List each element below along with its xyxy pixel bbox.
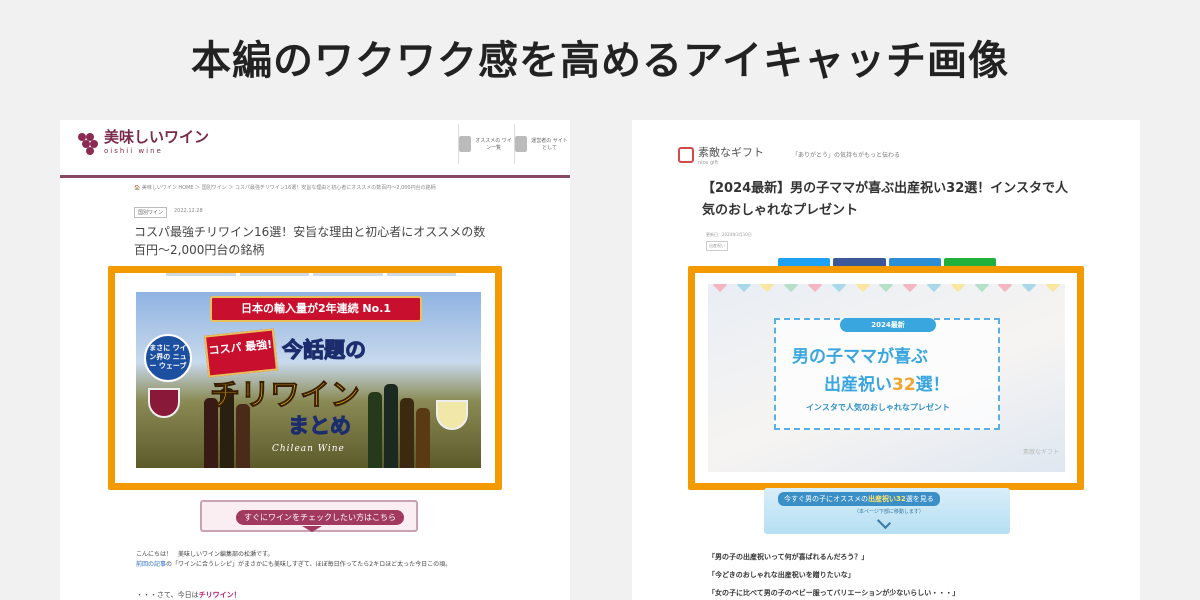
article-title: コスパ最強チリワイン16選！安旨な理由と初心者にオススメの数百円〜2,000円台…: [134, 225, 486, 257]
gift-cta-emphasis: 出産祝い32: [868, 495, 906, 503]
nav-wine-list-label: オススメの ワイン一覧: [475, 138, 512, 151]
gift-logo-subtext: nice gift: [698, 160, 719, 166]
gift-box-icon: [678, 147, 694, 163]
page-title: 本編のワクワク感を高めるアイキャッチ画像: [191, 38, 1009, 84]
intro-line-3: ・・・さて、今日はチリワイン！: [136, 590, 241, 600]
category-tag[interactable]: 国別ワイン: [134, 207, 168, 218]
wine-logo-subtext: oishii wine: [104, 147, 163, 155]
gift-site-screenshot: 素敵なギフト nice gift 「ありがとう」の気持ちがもっと伝わる 【202…: [632, 120, 1140, 600]
wine-header-nav: オススメの ワイン一覧 運営者の サイトとして: [458, 124, 570, 164]
nav-wine-list[interactable]: オススメの ワイン一覧: [458, 124, 514, 164]
intro-line-2-text: の「ワインに合うレシピ」がまさかにも美味しすぎて、ほぼ毎日作ってたら2キロほど太…: [166, 561, 452, 568]
reader-question-3: 「女の子に比べて男の子のベビー服ってバリエーションが少ないらしい・・・」: [708, 589, 960, 597]
breadcrumb[interactable]: 🏠 美味しいワイン HOME ＞ 国別ワイン ＞ コスパ最強チリワイン16選！安…: [134, 184, 436, 191]
wine-list-icon: [459, 136, 471, 152]
previous-article-link[interactable]: 前回の記事: [136, 561, 166, 568]
person-icon: [515, 136, 527, 152]
nav-operator-label: 運営者の サイトとして: [531, 138, 568, 151]
updated-date: 更新日：2024年3月10日: [706, 232, 752, 237]
gift-cta-button[interactable]: 今すぐ男の子にオススメの出産祝い32選を見る （本ページ下部に移動します）: [764, 488, 1010, 534]
arrow-down-icon: [302, 526, 322, 532]
wine-cta-label: すぐにワインをチェックしたい方はこちら: [236, 510, 404, 525]
post-date: 2022.12.28: [174, 208, 203, 214]
intro-line-1: こんにちは！ 美味しいワイン編集部の松瀬です。: [136, 551, 274, 558]
highlight-frame-left: [108, 266, 502, 490]
wine-cta-button[interactable]: すぐにワインをチェックしたい方はこちら: [200, 500, 418, 532]
reader-question-1: 「男の子の出産祝いって何が喜ばれるんだろう？」: [708, 553, 869, 561]
reader-question-2: 「今どきのおしゃれな出産祝いを贈りたいな」: [708, 571, 855, 579]
nav-operator[interactable]: 運営者の サイトとして: [514, 124, 570, 164]
highlight-frame-right: [688, 266, 1084, 490]
wine-logo-text: 美味しいワイン: [104, 128, 210, 146]
wine-logo[interactable]: 美味しいワイン oishii wine: [78, 130, 209, 155]
gift-cta-pre: 今すぐ男の子にオススメの: [784, 495, 868, 503]
gift-logo[interactable]: 素敵なギフト nice gift: [678, 144, 764, 166]
gift-tagline: 「ありがとう」の気持ちがもっと伝わる: [792, 152, 901, 159]
intro-emphasis: チリワイン！: [198, 591, 241, 599]
gift-cta-subtext: （本ページ下部に移動します）: [854, 509, 924, 515]
article-title: 【2024最新】男の子ママが喜ぶ出産祝い32選！インスタで人気のおしゃれなプレゼ…: [702, 181, 1069, 218]
wine-site-header: 美味しいワイン oishii wine オススメの ワイン一覧 運営者の サイト…: [60, 120, 570, 178]
wine-site-screenshot: 美味しいワイン oishii wine オススメの ワイン一覧 運営者の サイト…: [60, 120, 570, 600]
chevron-down-icon: [876, 514, 892, 530]
intro-line-2: 前回の記事の「ワインに合うレシピ」がまさかにも美味しすぎて、ほぼ毎日作ってたら2…: [136, 560, 506, 570]
grape-icon: [78, 131, 100, 155]
article-intro: こんにちは！ 美味しいワイン編集部の松瀬です。 前回の記事の「ワインに合うレシピ…: [136, 550, 506, 570]
gift-logo-text: 素敵なギフト: [698, 146, 764, 159]
intro-line-3-text: ・・・さて、今日は: [136, 591, 199, 599]
category-tag[interactable]: 出産祝い: [706, 241, 728, 251]
gift-cta-post: 選を見る: [905, 495, 934, 503]
gift-cta-label: 今すぐ男の子にオススメの出産祝い32選を見る: [778, 492, 940, 506]
